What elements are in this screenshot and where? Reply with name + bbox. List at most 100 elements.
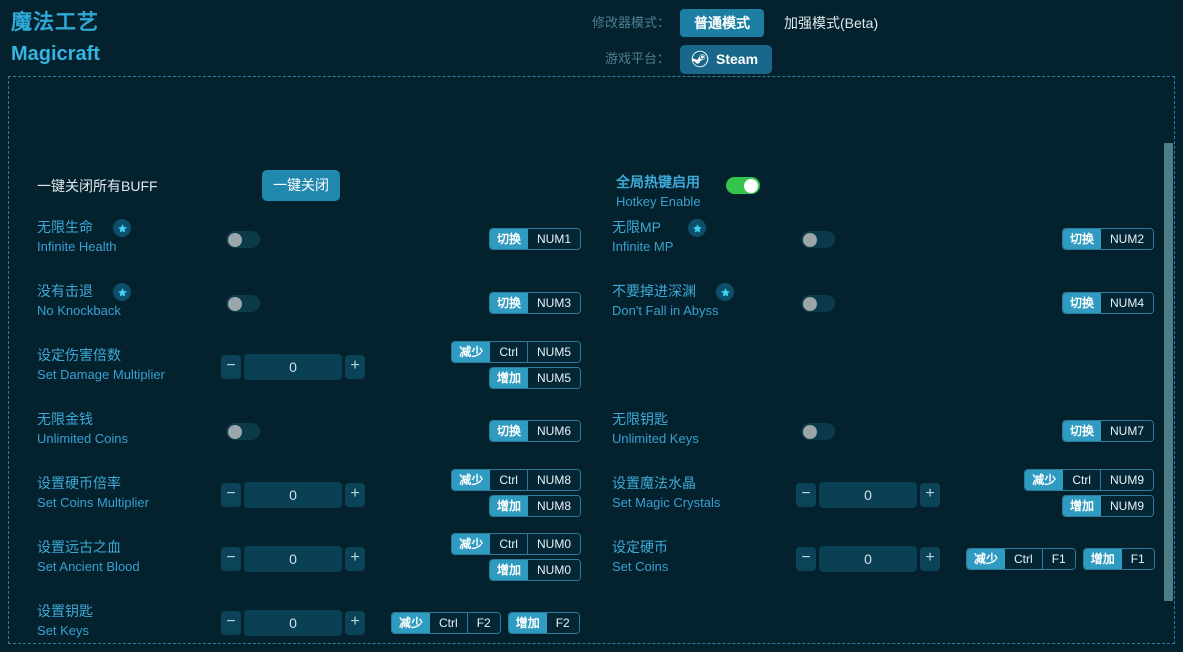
brand-title-cn: 魔法工艺 xyxy=(11,8,100,38)
hotkey-key[interactable]: NUM8 xyxy=(527,470,580,490)
brand: 魔法工艺 Magicraft xyxy=(11,8,100,68)
cheat-label-cn: 无限MP xyxy=(612,217,802,237)
premium-star-badge xyxy=(113,283,131,301)
cheat-toggle[interactable] xyxy=(226,295,260,312)
hotkey-key[interactable]: NUM0 xyxy=(528,560,580,580)
stepper-decrement-button[interactable]: − xyxy=(796,547,816,571)
hotkey-key[interactable]: NUM8 xyxy=(528,496,580,516)
cheat-label-en: Set Keys xyxy=(37,621,227,640)
hotkey-binding[interactable]: 增加NUM8 xyxy=(489,495,581,517)
cheat-label-en: Set Coins Multiplier xyxy=(37,493,227,512)
cheat-labels: 设置远古之血Set Ancient Blood xyxy=(37,537,227,576)
hotkey-binding[interactable]: 减少CtrlF2 xyxy=(391,612,501,634)
hotkey-group: 减少CtrlNUM8 增加NUM8 xyxy=(451,469,581,517)
hotkey-binding[interactable]: 切换NUM1 xyxy=(489,228,581,250)
mode-enhanced-button[interactable]: 加强模式(Beta) xyxy=(774,9,888,37)
hotkey-binding[interactable]: 增加F2 xyxy=(508,612,580,634)
hotkey-binding[interactable]: 减少CtrlNUM5 xyxy=(451,341,581,363)
hotkey-binding[interactable]: 减少CtrlF1 xyxy=(966,548,1076,570)
cheat-toggle[interactable] xyxy=(801,231,835,248)
hotkey-key[interactable]: NUM9 xyxy=(1100,470,1153,490)
hotkey-key[interactable]: NUM9 xyxy=(1101,496,1153,516)
cheat-labels: 设定伤害倍数Set Damage Multiplier xyxy=(37,345,227,384)
hotkey-binding[interactable]: 减少CtrlNUM9 xyxy=(1024,469,1154,491)
stepper-increment-button[interactable]: + xyxy=(345,611,365,635)
cheat-labels: 设定硬币Set Coins xyxy=(612,537,802,576)
hotkey-key[interactable]: NUM7 xyxy=(1101,421,1153,441)
hotkey-binding[interactable]: 增加F1 xyxy=(1083,548,1155,570)
header-controls: 修改器模式： 普通模式 加强模式(Beta) 游戏平台： Steam xyxy=(590,8,888,74)
stepper-value-input[interactable]: 0 xyxy=(819,482,917,508)
stepper-decrement-button[interactable]: − xyxy=(221,611,241,635)
hotkey-key[interactable]: Ctrl xyxy=(1063,470,1100,490)
hotkey-binding[interactable]: 切换NUM3 xyxy=(489,292,581,314)
hotkey-binding[interactable]: 增加NUM5 xyxy=(489,367,581,389)
hotkey-binding[interactable]: 增加NUM9 xyxy=(1062,495,1154,517)
hotkey-key[interactable]: NUM3 xyxy=(528,293,580,313)
hotkey-key[interactable]: Ctrl xyxy=(490,534,527,554)
hotkey-action-label: 切换 xyxy=(490,229,528,249)
stepper-decrement-button[interactable]: − xyxy=(221,483,241,507)
hotkey-key[interactable]: F2 xyxy=(467,613,500,633)
hotkey-key[interactable]: NUM5 xyxy=(527,342,580,362)
hotkey-binding[interactable]: 切换NUM6 xyxy=(489,420,581,442)
platform-steam-button[interactable]: Steam xyxy=(680,45,772,74)
hotkey-action-label: 切换 xyxy=(1063,229,1101,249)
cheat-toggle[interactable] xyxy=(226,423,260,440)
hotkey-binding[interactable]: 切换NUM4 xyxy=(1062,292,1154,314)
hotkey-group: 减少CtrlNUM5增加NUM5 xyxy=(451,341,581,389)
hotkey-binding[interactable]: 切换NUM7 xyxy=(1062,420,1154,442)
stepper-value-input[interactable]: 0 xyxy=(244,610,342,636)
hotkey-action-label: 减少 xyxy=(392,613,430,633)
hotkey-binding[interactable]: 减少CtrlNUM0 xyxy=(451,533,581,555)
stepper-value-input[interactable]: 0 xyxy=(244,354,342,380)
hotkey-key[interactable]: NUM2 xyxy=(1101,229,1153,249)
mode-normal-button[interactable]: 普通模式 xyxy=(680,9,764,37)
app-header: 魔法工艺 Magicraft 修改器模式： 普通模式 加强模式(Beta) 游戏… xyxy=(0,0,1183,76)
scrollbar-thumb[interactable] xyxy=(1164,143,1173,601)
stepper-increment-button[interactable]: + xyxy=(920,547,940,571)
cheat-toggle[interactable] xyxy=(801,295,835,312)
toggle-knob xyxy=(744,179,758,193)
hotkey-binding[interactable]: 减少CtrlNUM8 xyxy=(451,469,581,491)
stepper-value-input[interactable]: 0 xyxy=(244,482,342,508)
hotkey-key[interactable]: Ctrl xyxy=(430,613,467,633)
hotkey-binding[interactable]: 切换NUM2 xyxy=(1062,228,1154,250)
hotkey-key[interactable]: Ctrl xyxy=(490,342,527,362)
hotkey-key[interactable]: NUM5 xyxy=(528,368,580,388)
star-icon xyxy=(692,223,703,234)
close-all-buffs-button[interactable]: 一键关闭 xyxy=(262,170,340,201)
cheat-labels: 没有击退No Knockback xyxy=(37,281,227,320)
stepper-value-input[interactable]: 0 xyxy=(244,546,342,572)
hotkey-key[interactable]: Ctrl xyxy=(1005,549,1042,569)
hotkey-action-label: 切换 xyxy=(1063,293,1101,313)
hotkey-key[interactable]: Ctrl xyxy=(490,470,527,490)
hotkey-key[interactable]: F2 xyxy=(547,613,579,633)
hotkey-binding[interactable]: 增加NUM0 xyxy=(489,559,581,581)
stepper-decrement-button[interactable]: − xyxy=(221,355,241,379)
hotkey-enable-toggle[interactable] xyxy=(726,177,760,194)
hotkey-key[interactable]: F1 xyxy=(1042,549,1075,569)
hotkey-action-label: 增加 xyxy=(490,368,528,388)
hotkey-key[interactable]: NUM1 xyxy=(528,229,580,249)
stepper-increment-button[interactable]: + xyxy=(920,483,940,507)
cheat-label-en: Set Ancient Blood xyxy=(37,557,227,576)
hotkey-key[interactable]: NUM6 xyxy=(528,421,580,441)
stepper-decrement-button[interactable]: − xyxy=(221,547,241,571)
stepper-increment-button[interactable]: + xyxy=(345,547,365,571)
cheat-label-en: Set Coins xyxy=(612,557,802,576)
stepper-increment-button[interactable]: + xyxy=(345,483,365,507)
hotkey-key[interactable]: NUM4 xyxy=(1101,293,1153,313)
hotkey-group: 减少CtrlF1 增加F1 xyxy=(966,548,1155,570)
stepper-value-input[interactable]: 0 xyxy=(819,546,917,572)
stepper-increment-button[interactable]: + xyxy=(345,355,365,379)
cheat-toggle[interactable] xyxy=(226,231,260,248)
game-platform-label: 游戏平台： xyxy=(590,44,670,74)
hotkey-key[interactable]: F1 xyxy=(1122,549,1154,569)
cheats-panel: 一键关闭所有BUFF 一键关闭 全局热键启用 Hotkey Enable 无限生… xyxy=(8,76,1175,644)
star-icon xyxy=(117,223,128,234)
stepper-decrement-button[interactable]: − xyxy=(796,483,816,507)
hotkey-key[interactable]: NUM0 xyxy=(527,534,580,554)
cheat-label-en: Infinite MP xyxy=(612,237,802,256)
cheat-toggle[interactable] xyxy=(801,423,835,440)
